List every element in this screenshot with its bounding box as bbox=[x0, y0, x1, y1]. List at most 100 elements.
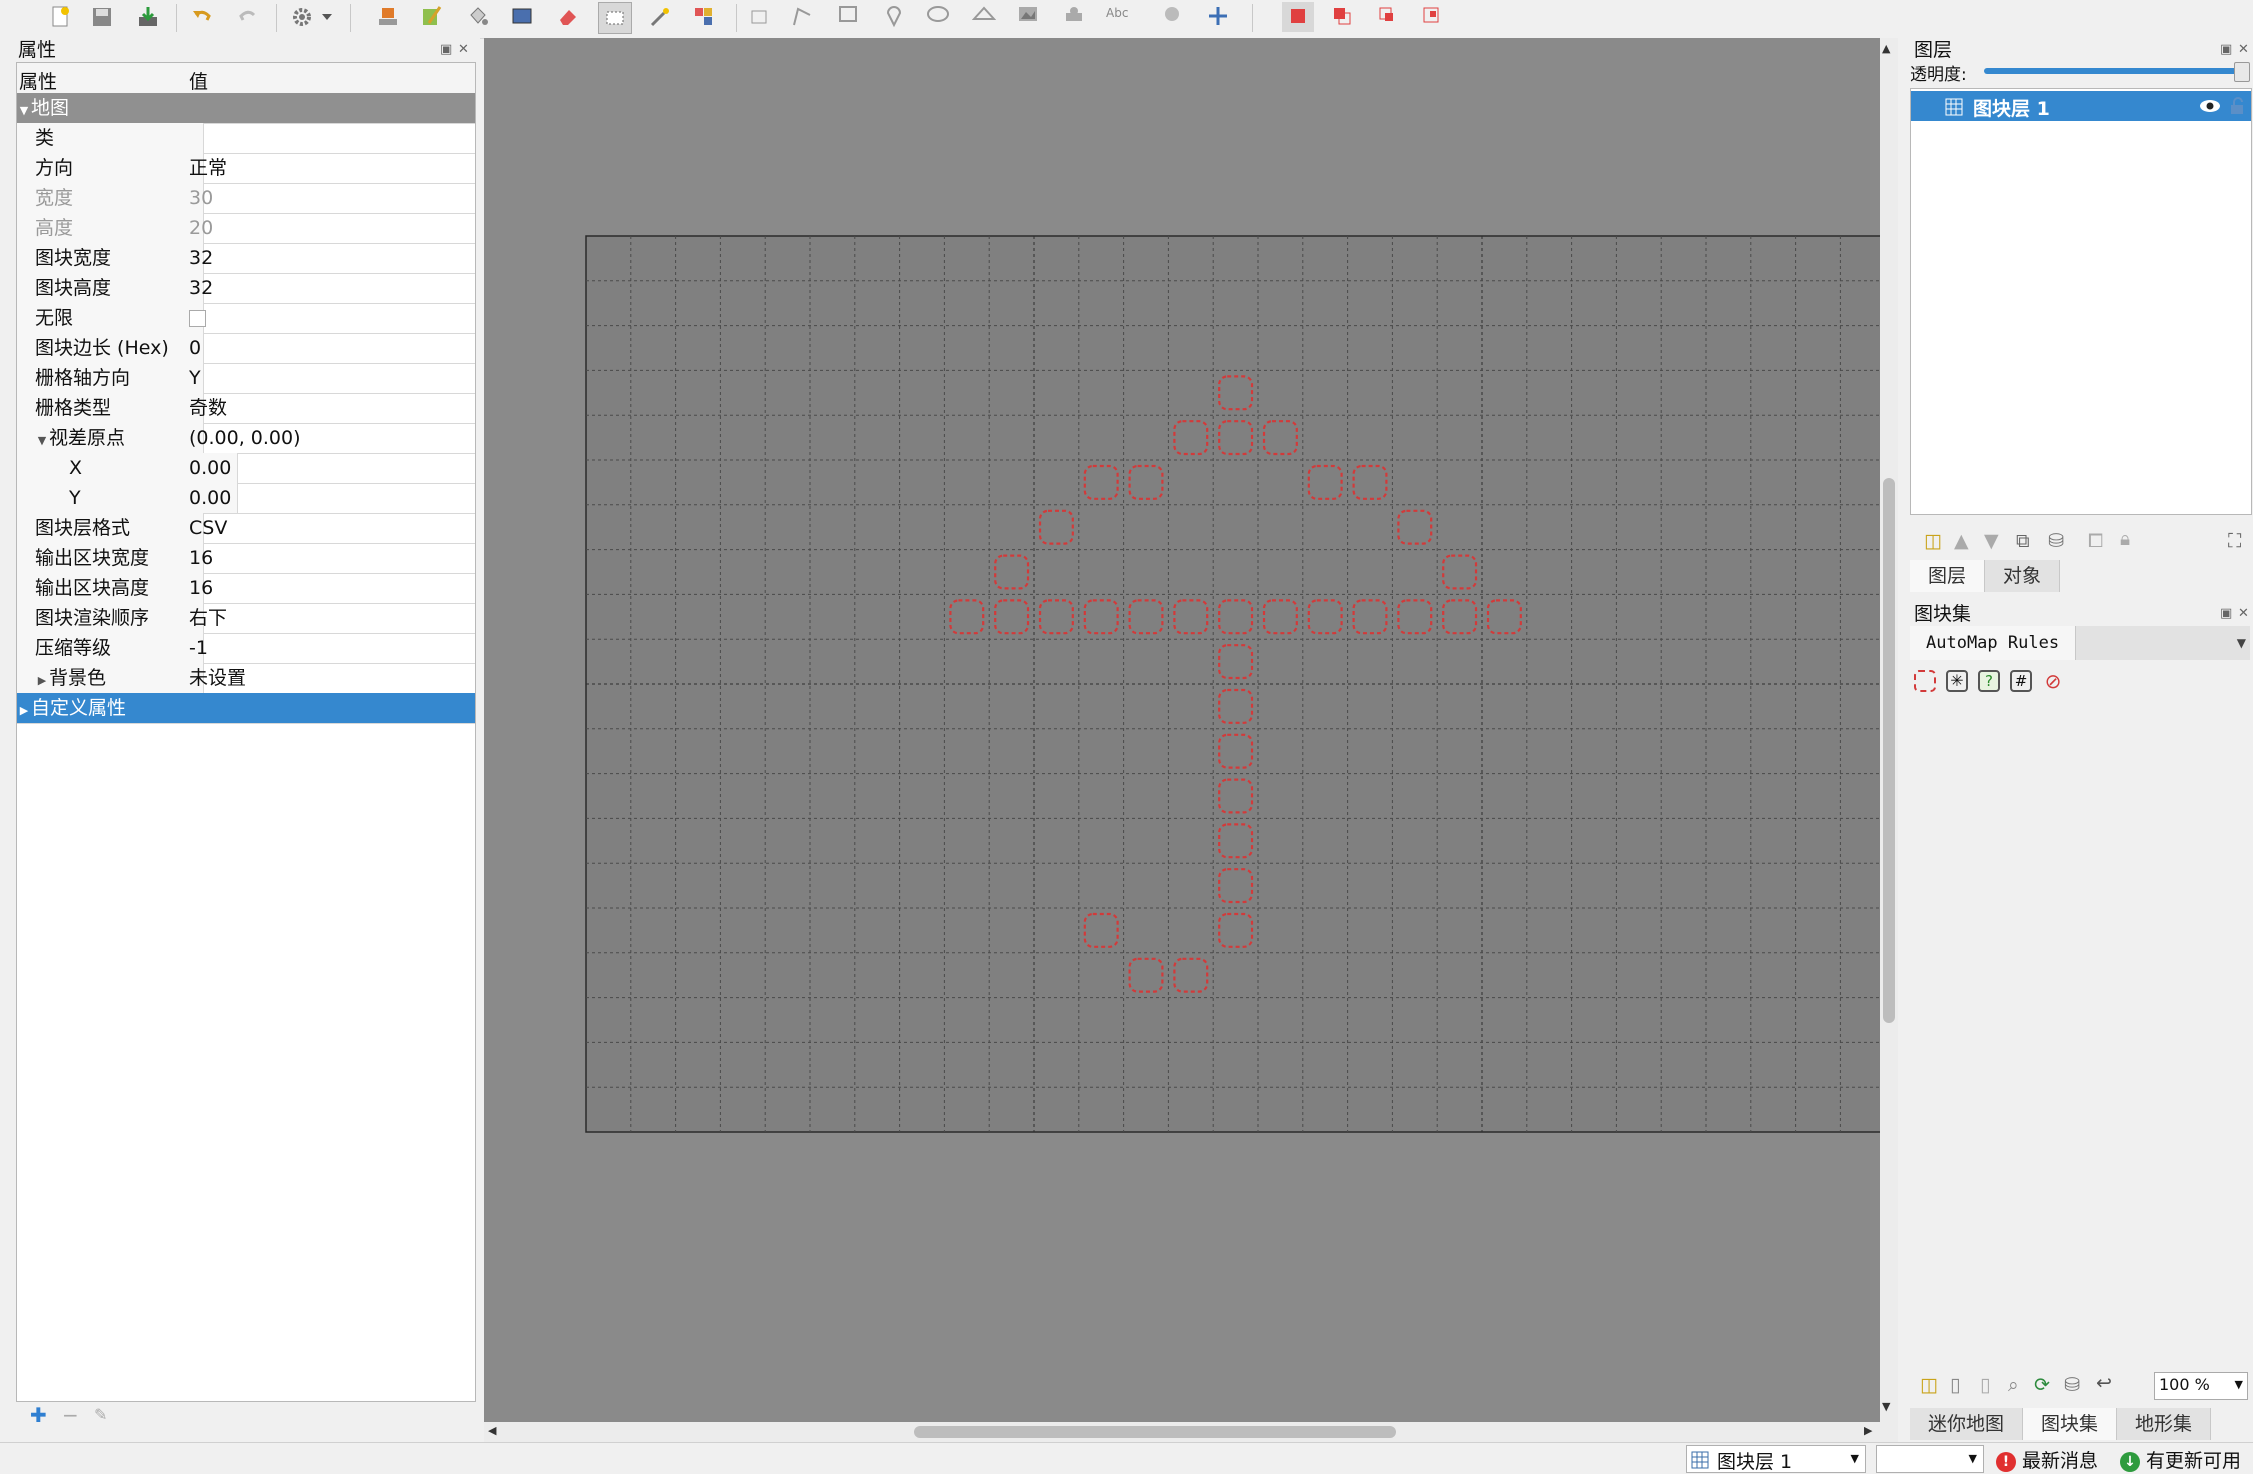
embed-tileset-icon[interactable]: ▯ bbox=[1950, 1374, 1960, 1396]
scroll-down-icon[interactable]: ▼ bbox=[1882, 1400, 1890, 1413]
property-row[interactable]: 栅格轴方向 Y bbox=[17, 363, 475, 394]
property-row[interactable]: 无限 bbox=[17, 303, 475, 334]
tab-automap-rules[interactable]: AutoMap Rules bbox=[1910, 626, 2077, 660]
property-value[interactable]: 正常 bbox=[189, 153, 227, 183]
close-icon[interactable]: ✕ bbox=[2238, 606, 2249, 621]
bucket-fill-icon[interactable] bbox=[462, 2, 494, 32]
close-icon[interactable]: ✕ bbox=[458, 42, 469, 57]
rename-property-icon[interactable]: ✎ bbox=[94, 1405, 107, 1424]
vertical-scroll-thumb[interactable] bbox=[1883, 478, 1895, 1023]
select-same-tile-icon[interactable] bbox=[688, 2, 720, 32]
property-value[interactable]: 16 bbox=[189, 573, 213, 603]
property-value[interactable]: 右下 bbox=[189, 603, 227, 633]
stamp-brush-icon[interactable] bbox=[372, 2, 404, 32]
lock-other-layers-icon[interactable]: 🔒︎ bbox=[2120, 528, 2130, 550]
other-tile-icon[interactable]: # bbox=[2010, 670, 2032, 692]
any-tile-icon[interactable]: ? bbox=[1978, 670, 2000, 692]
opacity-slider[interactable] bbox=[1984, 62, 2250, 82]
horizontal-scrollbar[interactable]: ◀ ▶ bbox=[484, 1422, 1880, 1442]
tileset-view[interactable] bbox=[1910, 702, 2250, 1362]
move-down-icon[interactable]: ▼ bbox=[1984, 530, 1999, 552]
delete-layer-icon[interactable]: ⛁ bbox=[2048, 530, 2064, 552]
property-value[interactable]: 32 bbox=[189, 273, 213, 303]
property-value[interactable]: CSV bbox=[189, 513, 227, 543]
tab-objects[interactable]: 对象 bbox=[1985, 560, 2061, 592]
remove-property-icon[interactable]: − bbox=[62, 1403, 79, 1427]
insert-tile-icon[interactable] bbox=[1012, 2, 1044, 32]
property-value[interactable]: 0.00 bbox=[189, 453, 231, 483]
chevron-right-icon[interactable]: ▶ bbox=[17, 696, 31, 723]
layer-row[interactable]: 图块层 1 bbox=[1911, 91, 2251, 121]
property-row[interactable]: 输出区块高度 16 bbox=[17, 573, 475, 604]
property-row[interactable]: 高度 20 bbox=[17, 213, 475, 244]
toggle-other-layers-icon[interactable]: ⧠ bbox=[2088, 530, 2103, 552]
property-row[interactable]: 图块高度 32 bbox=[17, 273, 475, 304]
zoom-select[interactable]: 100 % ▼ bbox=[2154, 1372, 2248, 1400]
property-row[interactable]: X 0.00 bbox=[17, 453, 475, 484]
property-group-row[interactable]: ▼ 地图 bbox=[17, 93, 475, 124]
map-canvas[interactable] bbox=[484, 38, 1884, 1442]
opacity-slider-handle[interactable] bbox=[2234, 62, 2250, 82]
edit-polygons-icon[interactable] bbox=[786, 2, 818, 32]
property-value[interactable]: 奇数 bbox=[189, 393, 227, 423]
insert-ellipse-icon[interactable] bbox=[922, 2, 954, 32]
redo-icon[interactable] bbox=[232, 2, 264, 32]
property-value[interactable]: 16 bbox=[189, 543, 213, 573]
chevron-down-icon[interactable]: ▼ bbox=[2237, 636, 2246, 650]
property-value[interactable]: 0 bbox=[189, 333, 201, 363]
edit-tileset-icon[interactable]: ⟳ bbox=[2034, 1374, 2050, 1396]
property-row[interactable]: 图块宽度 32 bbox=[17, 243, 475, 274]
stop-icon[interactable] bbox=[1282, 2, 1314, 32]
magic-wand-icon[interactable] bbox=[644, 2, 676, 32]
chevron-down-icon[interactable] bbox=[318, 2, 336, 32]
horizontal-scroll-thumb[interactable] bbox=[914, 1426, 1396, 1438]
float-icon[interactable]: ▣ bbox=[440, 42, 452, 57]
eye-icon[interactable] bbox=[2199, 98, 2221, 114]
insert-text-icon[interactable]: Abc bbox=[1102, 2, 1142, 32]
chevron-down-icon[interactable]: ▼ bbox=[35, 426, 49, 453]
property-value[interactable]: 0.00 bbox=[189, 483, 231, 513]
new-map-icon[interactable] bbox=[44, 2, 76, 32]
world-combo[interactable]: ▼ bbox=[1876, 1445, 1984, 1473]
property-value[interactable]: Y bbox=[189, 363, 201, 393]
property-row[interactable]: 图块层格式 CSV bbox=[17, 513, 475, 544]
gear-icon[interactable] bbox=[286, 2, 318, 32]
rotate-icon[interactable] bbox=[1416, 2, 1448, 32]
eraser-icon[interactable] bbox=[552, 2, 584, 32]
tileset-properties-icon[interactable]: ⌕ bbox=[2008, 1374, 2019, 1396]
tab-terrains[interactable]: 地形集 bbox=[2117, 1408, 2212, 1440]
layer-options-icon[interactable]: ⛶ bbox=[2228, 530, 2241, 552]
scroll-up-icon[interactable]: ▲ bbox=[1882, 42, 1890, 55]
delete-tileset-icon[interactable]: ⛁ bbox=[2064, 1374, 2080, 1396]
property-value[interactable]: 20 bbox=[189, 213, 213, 243]
layer-combo[interactable]: 图块层 1 ▼ bbox=[1686, 1445, 1866, 1473]
property-row[interactable]: ▶ 自定义属性 bbox=[17, 693, 475, 724]
lock-icon[interactable] bbox=[2229, 97, 2245, 115]
insert-rectangle-icon[interactable] bbox=[832, 2, 864, 32]
property-row[interactable]: 图块边长 (Hex) 0 bbox=[17, 333, 475, 364]
undo-icon[interactable] bbox=[186, 2, 218, 32]
property-value[interactable]: 30 bbox=[189, 183, 213, 213]
chevron-down-icon[interactable]: ▼ bbox=[17, 96, 31, 123]
tab-layers[interactable]: 图层 bbox=[1910, 560, 1986, 592]
non-empty-tile-icon[interactable]: ✳ bbox=[1946, 670, 1968, 692]
new-tileset-icon[interactable]: ◫ bbox=[1920, 1374, 1938, 1396]
select-objects-icon[interactable] bbox=[744, 2, 776, 32]
property-row[interactable]: 输出区块宽度 16 bbox=[17, 543, 475, 574]
close-icon[interactable]: ✕ bbox=[2238, 42, 2249, 57]
chevron-right-icon[interactable]: ▶ bbox=[35, 666, 49, 693]
property-row[interactable]: ▶ 背景色 未设置 bbox=[17, 663, 475, 694]
property-row[interactable]: 图块渲染顺序 右下 bbox=[17, 603, 475, 634]
property-value[interactable]: -1 bbox=[189, 633, 208, 663]
duplicate-layer-icon[interactable]: ⧉ bbox=[2016, 530, 2030, 552]
world-tool-icon[interactable] bbox=[1156, 2, 1188, 32]
new-layer-icon[interactable]: ◫ bbox=[1924, 530, 1942, 552]
flip-horizontal-icon[interactable] bbox=[1326, 2, 1358, 32]
float-icon[interactable]: ▣ bbox=[2220, 606, 2232, 621]
insert-point-icon[interactable] bbox=[878, 2, 910, 32]
vertical-scrollbar[interactable]: ▲ ▼ bbox=[1880, 38, 1898, 1442]
property-row[interactable]: 类 bbox=[17, 123, 475, 154]
export-tileset-icon[interactable]: ▯ bbox=[1980, 1374, 1990, 1396]
insert-polygon-icon[interactable] bbox=[968, 2, 1000, 32]
flip-vertical-icon[interactable] bbox=[1372, 2, 1404, 32]
